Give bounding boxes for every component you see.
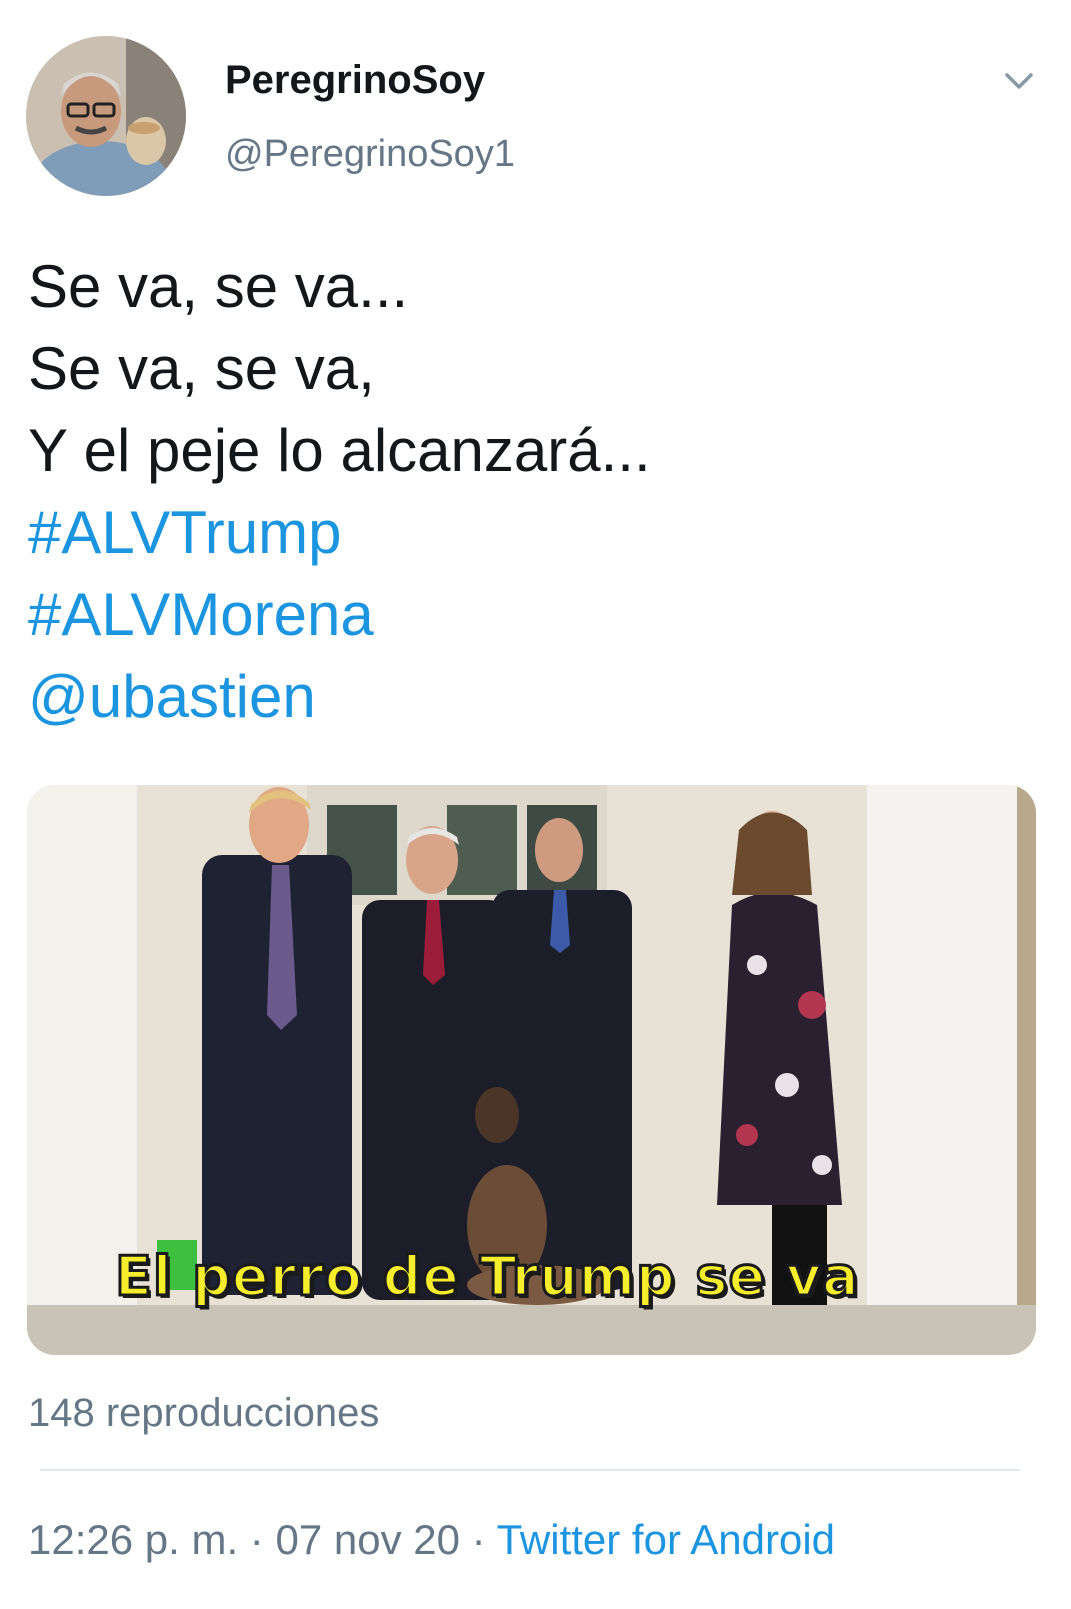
tweet-date: 07 nov 20 — [275, 1516, 460, 1563]
tweet-line: Se va, se va... — [28, 253, 409, 320]
avatar[interactable] — [26, 36, 186, 196]
tweet-line: Y el peje lo alcanzará... — [28, 417, 651, 484]
video-caption: El perro de Trump se va — [114, 1244, 861, 1310]
hashtag-link[interactable]: #ALVTrump — [28, 492, 1038, 574]
tweet-time: 12:26 p. m. — [28, 1516, 239, 1563]
chevron-down-icon[interactable] — [1002, 64, 1036, 98]
tweet-line: Se va, se va, — [28, 335, 375, 402]
view-count: 148 reproducciones — [28, 1391, 380, 1435]
meta-separator: · — [471, 1516, 486, 1563]
author-handle[interactable]: @PeregrinoSoy1 — [225, 133, 515, 176]
mention-link[interactable]: @ubastien — [28, 656, 1038, 738]
divider — [40, 1469, 1020, 1471]
author-display-name[interactable]: PeregrinoSoy — [225, 58, 485, 103]
hashtag-link[interactable]: #ALVMorena — [28, 574, 1038, 656]
video-player[interactable]: El perro de Trump se va — [27, 785, 1036, 1355]
tweet-text: Se va, se va... Se va, se va, Y el peje … — [28, 246, 1038, 738]
meta-separator: · — [249, 1516, 264, 1563]
tweet-source-link[interactable]: Twitter for Android — [497, 1516, 835, 1563]
tweet-meta: 12:26 p. m. · 07 nov 20 · Twitter for An… — [28, 1516, 835, 1564]
